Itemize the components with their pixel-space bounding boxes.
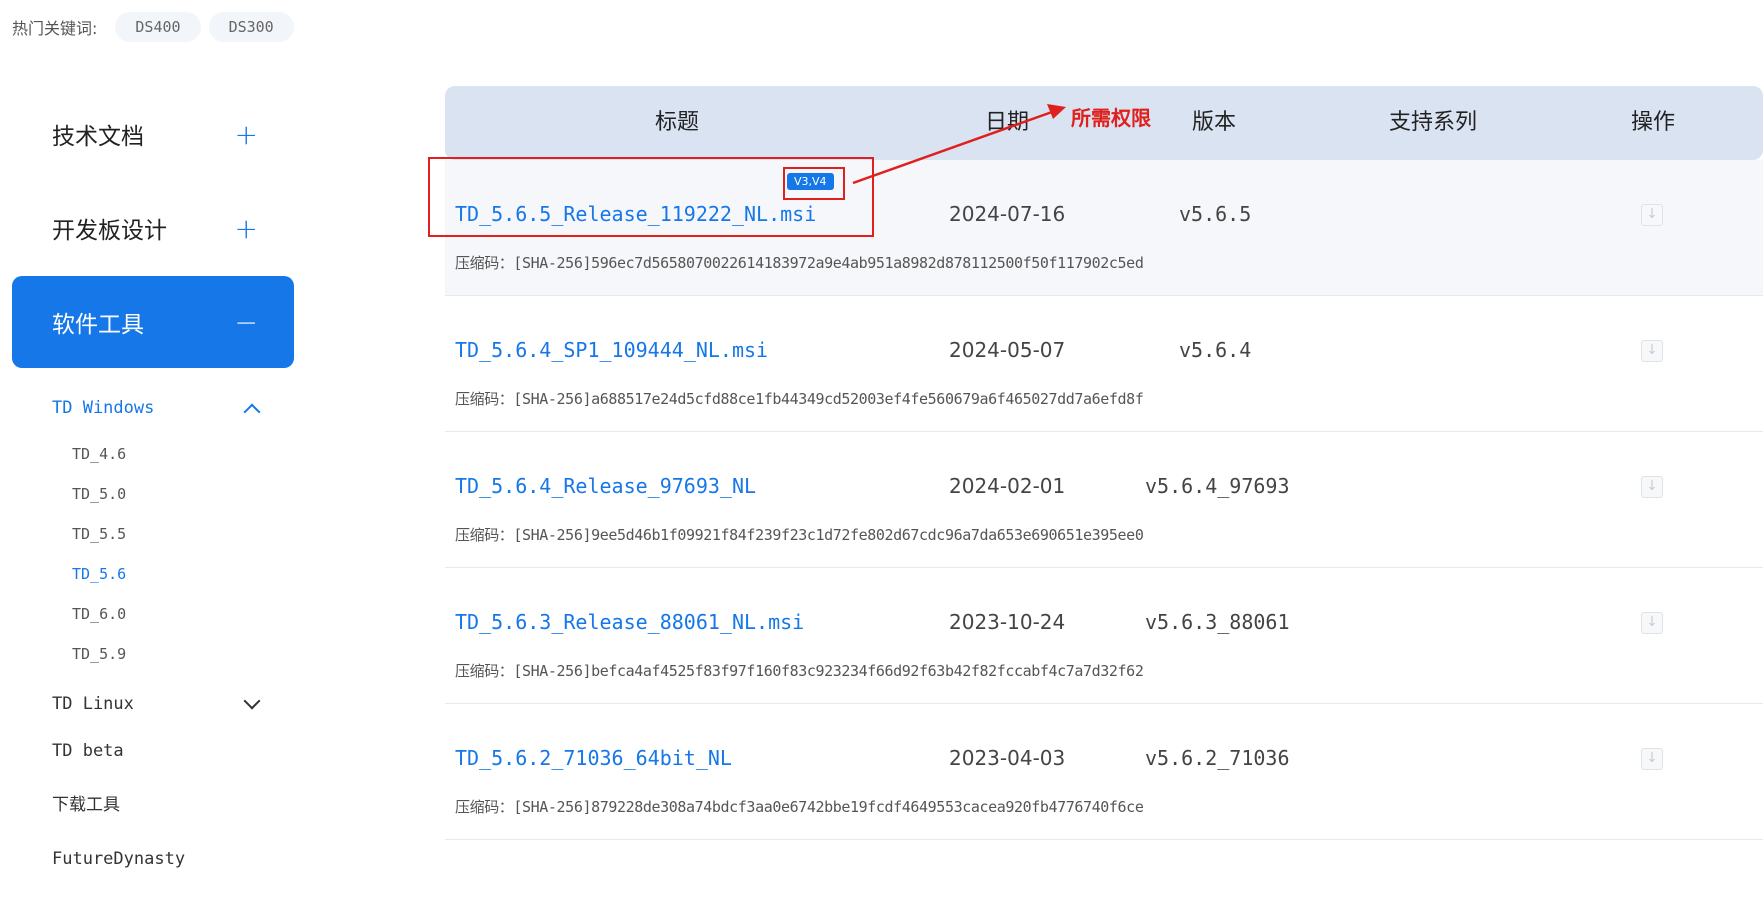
category-label: 技术文档	[52, 124, 144, 150]
file-hash: 压缩码：[SHA-256]879228de308a74bdcf3aa0e6742…	[455, 796, 1144, 817]
sidebar-item-future-dynasty[interactable]: FutureDynasty	[52, 832, 294, 886]
annotation-box-badge	[783, 167, 845, 200]
sidebar-item-label: TD Windows	[52, 398, 155, 418]
version-item-td-5-9[interactable]: TD_5.9	[72, 634, 294, 674]
file-version: v5.6.4	[1179, 338, 1252, 362]
chevron-up-icon[interactable]	[243, 403, 261, 421]
annotation-label: 所需权限	[1071, 106, 1151, 130]
sidebar-category-tech-docs[interactable]: 技术文档 +	[12, 88, 294, 180]
file-date: 2024-05-07	[949, 338, 1066, 362]
hash-prefix: 压缩码：[SHA-256]	[455, 798, 592, 816]
minus-icon[interactable]: −	[235, 306, 258, 339]
hash-value: a688517e24d5cfd88ce1fb44349cd52003ef4fe5…	[591, 390, 1144, 408]
category-label: 软件工具	[52, 312, 144, 338]
download-icon[interactable]: ↓	[1641, 612, 1663, 634]
hot-tag-ds400[interactable]: DS400	[115, 12, 201, 42]
hash-prefix: 压缩码：[SHA-256]	[455, 526, 592, 544]
hot-tag-ds300[interactable]: DS300	[208, 12, 294, 42]
column-header-series: 支持系列	[1389, 110, 1478, 135]
column-header-action: 操作	[1631, 110, 1676, 135]
file-link[interactable]: TD_5.6.4_Release_97693_NL	[455, 474, 756, 498]
sidebar-category-board-design[interactable]: 开发板设计 +	[12, 182, 294, 274]
file-hash: 压缩码：[SHA-256]a688517e24d5cfd88ce1fb44349…	[455, 388, 1144, 409]
chevron-down-icon[interactable]	[243, 692, 261, 710]
file-date: 2023-04-03	[949, 746, 1066, 770]
file-version: v5.6.4_97693	[1145, 474, 1290, 498]
version-item-td-5-0[interactable]: TD_5.0	[72, 474, 294, 514]
sidebar-item-td-beta[interactable]: TD beta	[52, 724, 294, 778]
file-date: 2024-07-16	[949, 202, 1066, 226]
download-icon[interactable]: ↓	[1641, 340, 1663, 362]
sidebar: 技术文档 + 开发板设计 + 软件工具 − TD Windows TD_4.6 …	[12, 88, 294, 886]
file-link[interactable]: TD_5.6.3_Release_88061_NL.msi	[455, 610, 804, 634]
hot-keywords-label: 热门关键词:	[12, 19, 98, 38]
sidebar-item-td-windows[interactable]: TD Windows	[52, 388, 294, 428]
version-item-td-4-6[interactable]: TD_4.6	[72, 434, 294, 474]
hash-prefix: 压缩码：[SHA-256]	[455, 662, 592, 680]
hash-value: 9ee5d46b1f09921f84f239f23c1d72fe802d67cd…	[591, 526, 1144, 544]
table-row: TD_5.6.4_SP1_109444_NL.msi 2024-05-07 v5…	[445, 296, 1763, 432]
file-link[interactable]: TD_5.6.4_SP1_109444_NL.msi	[455, 338, 768, 362]
sidebar-item-td-linux[interactable]: TD Linux	[52, 684, 294, 724]
file-date: 2024-02-01	[949, 474, 1066, 498]
file-version: v5.6.5	[1179, 202, 1252, 226]
download-icon[interactable]: ↓	[1641, 476, 1663, 498]
file-version: v5.6.2_71036	[1145, 746, 1290, 770]
hash-value: befca4af4525f83f97f160f83c923234f66d92f6…	[591, 662, 1144, 680]
table-row: TD_5.6.4_Release_97693_NL 2024-02-01 v5.…	[445, 432, 1763, 568]
version-item-td-5-5[interactable]: TD_5.5	[72, 514, 294, 554]
file-hash: 压缩码：[SHA-256]befca4af4525f83f97f160f83c9…	[455, 660, 1144, 681]
version-item-td-6-0[interactable]: TD_6.0	[72, 594, 294, 634]
category-label: 开发板设计	[52, 218, 167, 244]
hash-value: 879228de308a74bdcf3aa0e6742bbe19fcdf4649…	[591, 798, 1144, 816]
file-hash: 压缩码：[SHA-256]9ee5d46b1f09921f84f239f23c1…	[455, 524, 1144, 545]
sidebar-category-software-tools[interactable]: 软件工具 −	[12, 276, 294, 368]
plus-icon[interactable]: +	[235, 118, 258, 151]
table-row: TD_5.6.3_Release_88061_NL.msi 2023-10-24…	[445, 568, 1763, 704]
file-version: v5.6.3_88061	[1145, 610, 1290, 634]
sidebar-item-download-tool[interactable]: 下载工具	[52, 778, 294, 832]
download-icon[interactable]: ↓	[1641, 748, 1663, 770]
download-icon[interactable]: ↓	[1641, 204, 1663, 226]
hash-prefix: 压缩码：[SHA-256]	[455, 390, 592, 408]
column-header-date: 日期	[985, 110, 1030, 135]
file-hash: 压缩码：[SHA-256]596ec7d5658070022614183972a…	[455, 252, 1144, 273]
plus-icon[interactable]: +	[235, 212, 258, 245]
file-date: 2023-10-24	[949, 610, 1066, 634]
column-header-version: 版本	[1192, 110, 1237, 135]
sidebar-item-label: TD Linux	[52, 694, 134, 714]
software-subtree: TD Windows TD_4.6 TD_5.0 TD_5.5 TD_5.6 T…	[12, 388, 294, 886]
column-header-title: 标题	[655, 110, 700, 135]
hot-keywords: 热门关键词: DS400 DS300	[12, 12, 302, 42]
hash-prefix: 压缩码：[SHA-256]	[455, 254, 592, 272]
version-item-td-5-6[interactable]: TD_5.6	[72, 554, 294, 594]
table-row: TD_5.6.2_71036_64bit_NL 2023-04-03 v5.6.…	[445, 704, 1763, 840]
file-link[interactable]: TD_5.6.2_71036_64bit_NL	[455, 746, 732, 770]
hash-value: 596ec7d5658070022614183972a9e4ab951a8982…	[591, 254, 1144, 272]
windows-version-list: TD_4.6 TD_5.0 TD_5.5 TD_5.6 TD_6.0 TD_5.…	[52, 434, 294, 674]
